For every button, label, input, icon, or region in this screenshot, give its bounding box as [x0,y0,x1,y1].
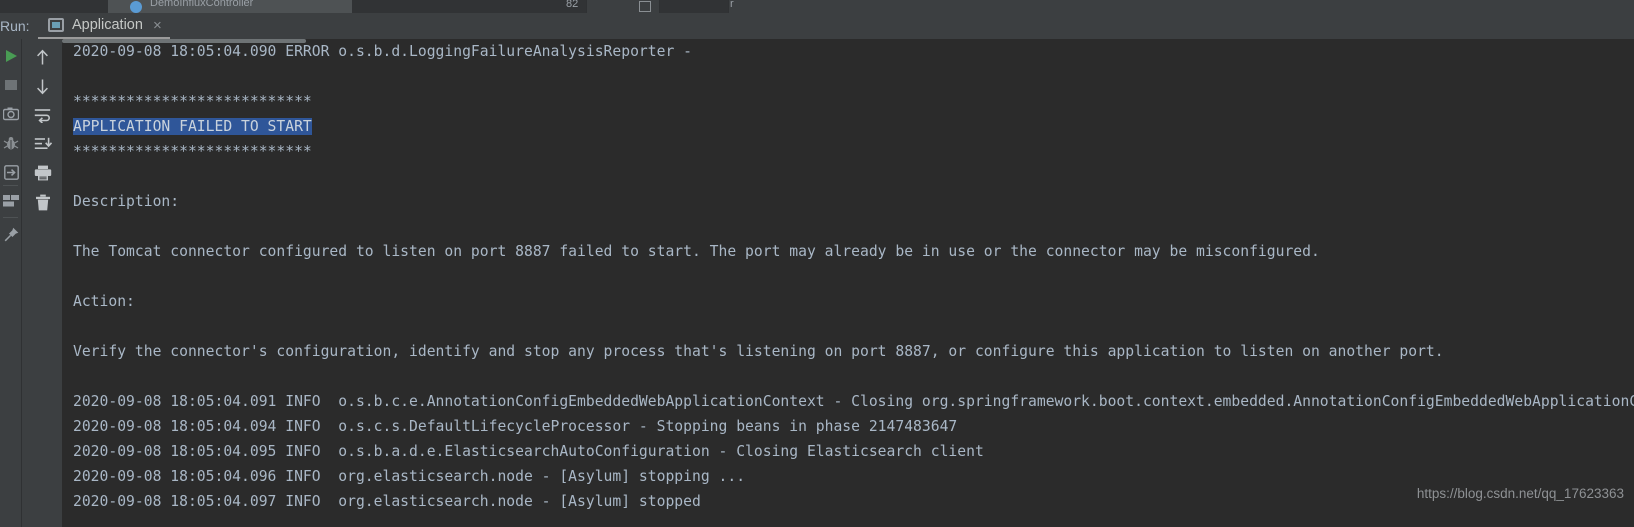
thread-dump-button[interactable] [1,101,21,127]
console-line: 2020-09-08 18:05:04.094 INFO o.s.c.s.Def… [73,418,958,435]
console-line: 2020-09-08 18:05:04.096 INFO org.elastic… [73,468,746,485]
console-line: *************************** [73,93,312,110]
console-actions-toolbar [21,39,62,527]
run-actions-toolbar [0,39,21,527]
toolbar-right-label: r [730,0,734,10]
run-configuration-icon [48,18,64,32]
toolbar-strip-left-segment [0,0,108,13]
soft-wrap-button[interactable] [28,102,57,128]
class-type-icon [130,1,142,13]
soft-wrap-icon [34,108,51,123]
editor-tab-title: DemoInfluxController [150,0,254,9]
console-line: 2020-09-08 18:05:04.097 INFO org.elastic… [73,493,701,510]
toolbar-separator-1 [3,185,18,186]
printer-icon [34,165,51,181]
stop-square-icon [5,80,17,90]
console-line: 2020-09-08 18:05:04.095 INFO o.s.b.a.d.e… [73,443,984,460]
console-line: *************************** [73,143,312,160]
trash-icon [35,194,50,210]
arrow-down-icon [37,79,48,94]
prev-occurrence-button[interactable] [28,44,57,70]
bug-icon [3,136,19,149]
clear-all-button[interactable] [28,189,57,215]
console-line: 2020-09-08 18:05:04.091 INFO o.s.b.c.e.A… [73,393,1634,410]
next-occurrence-button[interactable] [28,73,57,99]
tab-application[interactable]: Application × [38,13,170,39]
pin-icon [4,227,18,241]
console-line: APPLICATION FAILED TO START [62,114,1634,139]
toolbar-checkbox-icon[interactable] [639,1,651,12]
console-line: The Tomcat connector configured to liste… [73,243,1320,260]
camera-icon [3,107,19,121]
layout-panels-icon [3,195,19,207]
stop-button[interactable] [1,72,21,98]
toolbar-strip-mid-segment [352,0,586,13]
arrow-up-icon [37,49,48,64]
console-line: Description: [73,193,180,210]
run-window-label: Run: [0,18,30,34]
toolbar-strip-right-segment [660,0,728,13]
rerun-button[interactable] [1,43,21,69]
console-line: Action: [73,293,135,310]
toolbar-separator-2 [3,217,18,218]
scroll-to-end-button[interactable] [28,131,57,157]
print-button[interactable] [28,160,57,186]
attach-button[interactable] [1,159,21,185]
console-line: Verify the connector's configuration, id… [73,343,1444,360]
debug-button[interactable] [1,130,21,156]
cropped-toolbar-strip: DemoInfluxController 82 r [0,0,1634,13]
watermark-url: https://blog.csdn.net/qq_17623363 [1416,486,1624,501]
attach-arrow-icon [3,164,19,180]
toolbar-divider-1 [586,0,587,13]
layout-button[interactable] [1,188,21,214]
console-output-panel[interactable]: 2020-09-08 18:05:04.090 ERROR o.s.b.d.Lo… [62,39,1634,527]
tab-application-label: Application [72,17,143,33]
play-icon [6,50,17,62]
selected-text: APPLICATION FAILED TO START [73,118,312,135]
toolbar-field-value: 82 [566,0,579,10]
pin-tab-button[interactable] [1,221,21,247]
toolbar-divider-3 [728,0,729,13]
scroll-to-end-icon [34,137,52,149]
run-tool-window-header: Run: Application × [0,13,1634,39]
close-icon[interactable]: × [153,18,162,33]
console-line: 2020-09-08 18:05:04.090 ERROR o.s.b.d.Lo… [73,43,701,60]
console-lines: 2020-09-08 18:05:04.090 ERROR o.s.b.d.Lo… [62,39,1634,514]
